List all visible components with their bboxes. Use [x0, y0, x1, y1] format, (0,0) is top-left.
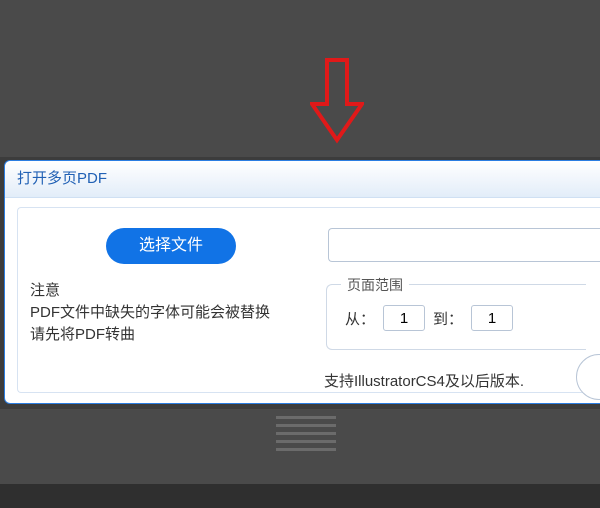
app-bottom-bar [0, 484, 600, 508]
open-multipage-pdf-dialog: 打开多页PDF 选择文件 注意 PDF文件中缺失的字体可能会被替换 请先将PDF… [4, 160, 600, 404]
round-action-button[interactable] [576, 354, 600, 400]
dialog-body: 选择文件 注意 PDF文件中缺失的字体可能会被替换 请先将PDF转曲 页面范围 … [17, 207, 600, 393]
note-line: PDF文件中缺失的字体可能会被替换 [30, 302, 290, 324]
choose-file-button[interactable]: 选择文件 [106, 228, 236, 264]
note-line: 请先将PDF转曲 [30, 324, 290, 346]
support-text: 支持IllustratorCS4及以后版本. [324, 370, 524, 391]
from-label: 从： [345, 308, 375, 329]
note-block: 注意 PDF文件中缺失的字体可能会被替换 请先将PDF转曲 [30, 280, 290, 346]
page-from-input[interactable] [383, 305, 425, 331]
page-to-input[interactable] [471, 305, 513, 331]
dialog-title: 打开多页PDF [5, 161, 600, 198]
page-range-group: 页面范围 从： 到： [326, 284, 586, 350]
note-heading: 注意 [30, 280, 290, 302]
page-range-legend: 页面范围 [341, 275, 409, 295]
annotation-down-arrow-icon [310, 58, 364, 144]
background-document-icon [276, 416, 336, 460]
file-path-input[interactable] [328, 228, 600, 262]
to-label: 到： [433, 308, 463, 329]
